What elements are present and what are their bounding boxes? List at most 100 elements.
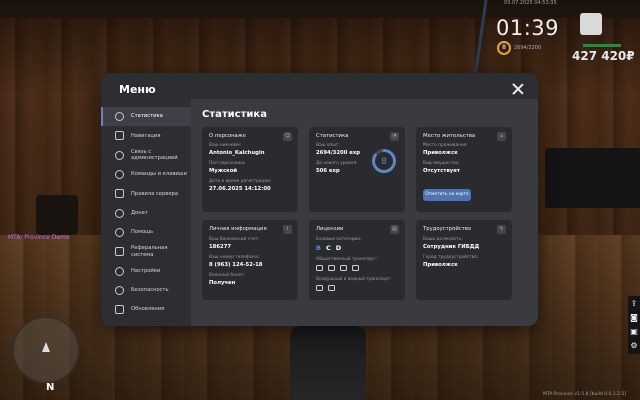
weapon-fist-icon <box>580 13 602 35</box>
phone-label: Ваш номер телефона: <box>209 255 260 260</box>
menu-sidebar: Статистика Навигация Связь с администрацие… <box>101 107 191 326</box>
mark-on-map-button[interactable]: Отметить на карте <box>423 189 471 201</box>
chart-icon: ◔ <box>390 132 399 141</box>
public-transport-label: Общественный транспорт: <box>316 257 378 262</box>
card-about: О персонаже ☺ Ваш никнейм: Antonio_Kalch… <box>202 127 298 212</box>
sidebar-item-0[interactable]: Статистика <box>101 107 191 127</box>
bank-account-value: 186277 <box>209 244 232 250</box>
categories-label: Базовые категории: <box>316 237 362 242</box>
sidebar-item-7[interactable]: Реферальная система <box>101 242 191 261</box>
hud-money: 427 420₽ <box>572 49 635 63</box>
sidebar-item-6[interactable]: Помощь <box>101 223 191 242</box>
boat-icon <box>328 285 335 291</box>
lock-icon <box>115 285 124 295</box>
license-category: B <box>316 244 321 252</box>
menu-modal: Меню Статистика Навигация Связь с админист… <box>101 73 538 326</box>
video-icon[interactable]: ▣ <box>628 326 640 338</box>
refresh-icon <box>115 305 124 315</box>
sidebar-item-4[interactable]: Правила сервера <box>101 184 191 203</box>
card-title: Трудоустройство <box>423 226 472 232</box>
sidebar-item-label: Команды и клавиши <box>131 171 187 178</box>
water-air-icons <box>316 285 335 291</box>
sidebar-item-10[interactable]: Обновления <box>101 300 191 319</box>
exp-label: Ваш опыт: <box>316 143 340 148</box>
gear-icon <box>115 266 124 276</box>
sidebar-item-label: Статистика <box>131 113 163 120</box>
help-icon <box>115 227 124 237</box>
license-icon: ▤ <box>390 225 399 234</box>
camera-icon[interactable]: ◙ <box>628 312 640 324</box>
metro-icon <box>352 265 359 271</box>
sidebar-item-2[interactable]: Связь с администрацией <box>101 146 191 165</box>
nickname-value: Antonio_Kalchugin <box>209 150 265 156</box>
sidebar-item-3[interactable]: Команды и клавиши <box>101 165 191 184</box>
work-city-value: Приволжск <box>423 262 458 268</box>
property-label: Вид имущества: <box>423 161 460 166</box>
document-icon <box>115 189 124 199</box>
compass-icon <box>115 131 124 141</box>
sidebar-item-9[interactable]: Безопасность <box>101 281 191 300</box>
sidebar-item-label: Реферальная система <box>131 245 168 258</box>
trolleybus-icon <box>328 265 335 271</box>
exp-value: 2694/3200 exp <box>316 150 361 156</box>
hud-date: 03.07.2025 04:53:35 <box>504 0 557 6</box>
chair <box>36 195 78 235</box>
card-title: Личная информация <box>209 226 267 232</box>
tram-icon <box>340 265 347 271</box>
gender-value: Мужской <box>209 168 238 174</box>
build-info: MTA:Province v1.5.8 [build 0.0.1.2.5] <box>543 392 626 397</box>
home-icon: ⌂ <box>497 132 506 141</box>
users-icon <box>115 247 124 257</box>
hud-clock: 01:39 <box>496 16 560 40</box>
hud-xp: 2694/3200 <box>514 45 542 51</box>
close-button[interactable] <box>511 82 525 96</box>
public-transport-icons <box>316 265 359 271</box>
reg-date-value: 27.06.2025 14:12:00 <box>209 186 271 192</box>
player-character <box>290 326 366 400</box>
chat-icon <box>115 150 124 160</box>
level-progress-ring: 8 <box>372 149 396 173</box>
sidebar-item-5[interactable]: Донат <box>101 203 191 222</box>
player-arrow-icon <box>42 342 50 352</box>
compass-north: N <box>46 382 55 393</box>
card-licenses: Лицензии ▤ Базовые категории: BCD Общест… <box>309 220 405 300</box>
water-air-label: Воздушный и водный транспорт: <box>316 277 392 282</box>
nickname-label: Ваш никнейм: <box>209 143 242 148</box>
position-value: Сотрудник ГИБДД <box>423 244 480 250</box>
card-personal: Личная информация i Ваш банковский счет:… <box>202 220 298 300</box>
reg-date-label: Дата и время регистрации: <box>209 179 272 184</box>
sidebar-item-1[interactable]: Навигация <box>101 126 191 145</box>
card-residence: Место жительства ⌂ Место проживания: При… <box>416 127 512 212</box>
level-number: 8 <box>381 157 387 167</box>
property-value: Отсутствует <box>423 168 460 174</box>
military-value: Получен <box>209 280 236 286</box>
upload-icon[interactable]: ⇪ <box>628 298 640 310</box>
sidebar-item-8[interactable]: Настройки <box>101 261 191 280</box>
user-icon: ☺ <box>283 132 292 141</box>
health-bar <box>583 44 621 47</box>
gear-icon[interactable]: ⚙ <box>628 340 640 352</box>
sidebar-item-label: Навигация <box>131 132 161 139</box>
residence-label: Место проживания: <box>423 143 468 148</box>
server-tag: MTA: Province Demo <box>8 234 70 241</box>
bank-account-label: Ваш банковский счет: <box>209 237 260 242</box>
keyboard-icon <box>115 170 124 180</box>
card-title: Статистика <box>316 133 349 139</box>
card-employment: Трудоустройство ✎ Ваша должность: Сотруд… <box>416 220 512 300</box>
residence-value: Приволжск <box>423 150 458 156</box>
menu-content: Статистика О персонаже ☺ Ваш никнейм: An… <box>191 99 538 326</box>
license-categories: BCD <box>316 244 341 252</box>
section-title: Статистика <box>202 109 267 120</box>
gender-label: Пол персонажа: <box>209 161 246 166</box>
sidebar-item-label: Обновления <box>131 306 165 313</box>
menu-title: Меню <box>119 83 156 96</box>
license-category: D <box>335 244 342 252</box>
donate-icon <box>115 208 124 218</box>
card-title: Лицензии <box>316 226 344 232</box>
sidebar-item-label: Безопасность <box>131 287 169 294</box>
side-toolbar: ⇪ ◙ ▣ ⚙ <box>628 296 640 354</box>
info-icon: i <box>283 225 292 234</box>
next-level-value: 506 exp <box>316 168 340 174</box>
position-label: Ваша должность: <box>423 237 464 242</box>
next-level-label: До нового уровня: <box>316 161 358 166</box>
